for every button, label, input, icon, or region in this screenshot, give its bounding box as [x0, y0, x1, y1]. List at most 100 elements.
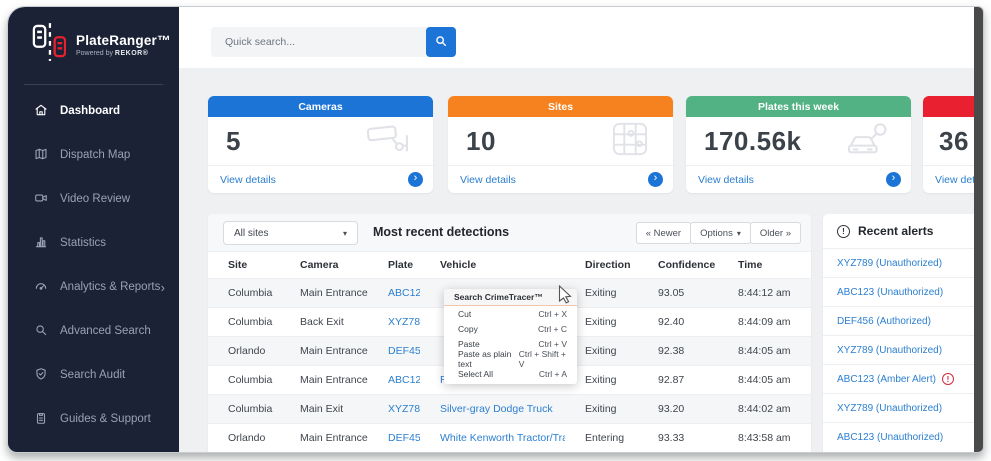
context-menu-item-copy[interactable]: CopyCtrl + C [444, 321, 577, 336]
gauge-icon [34, 279, 48, 296]
sidebar-item-video-review[interactable]: Video Review [8, 177, 179, 221]
sidebar-item-statistics[interactable]: Statistics [8, 221, 179, 265]
sidebar-item-label: Dashboard [60, 105, 120, 117]
sidebar-item-label: Search Audit [60, 369, 125, 381]
cameras-card-header: Cameras [208, 96, 433, 117]
site-filter-select[interactable]: All sites ▾ [223, 221, 358, 245]
caret-down-icon: ▾ [343, 229, 347, 238]
sites-card-header: Sites [448, 96, 673, 117]
video-camera-icon [34, 191, 48, 208]
vehicle-link[interactable]: Silver-gray Dodge Truck [440, 403, 553, 415]
sidebar-item-dashboard[interactable]: Dashboard [8, 89, 179, 133]
shield-check-icon [34, 367, 48, 384]
alert-item-amber[interactable]: ABC123 (Amber Alert) ! [823, 364, 983, 393]
search-input[interactable] [211, 27, 456, 57]
plate-link[interactable]: DEF456 [388, 432, 420, 444]
sidebar-nav: Dashboard Dispatch Map Video Review Stat… [8, 85, 179, 453]
sites-count: 10 [466, 126, 496, 157]
older-button[interactable]: Older » [750, 222, 801, 244]
brand-text: PlateRanger™ Powered by REKOR® [76, 33, 171, 57]
quick-search [211, 27, 456, 57]
search-button[interactable] [426, 27, 456, 57]
plates-week-card-header: Plates this week [686, 96, 911, 117]
sidebar-item-dispatch-map[interactable]: Dispatch Map [8, 133, 179, 177]
plate-link[interactable]: DEF456 [388, 345, 420, 357]
plate-link[interactable]: ABC123 [388, 287, 420, 299]
table-row: Columbia Main Exit XYZ789 Silver-gray Do… [208, 394, 811, 423]
plate-link[interactable]: XYZ789 [388, 403, 420, 415]
app-window: PlateRanger™ Powered by REKOR® Dashboard… [7, 6, 984, 453]
table-header-row: Site Camera Plate Vehicle Direction Conf… [208, 252, 811, 278]
sidebar-item-guides-support[interactable]: Guides & Support [8, 397, 179, 441]
sites-details-arrow-button[interactable]: › [648, 172, 663, 187]
sidebar-item-label: Dispatch Map [60, 149, 130, 161]
brand-name: PlateRanger™ [76, 33, 171, 48]
cctv-camera-icon [365, 121, 411, 162]
sidebar-item-label: Video Review [60, 193, 130, 205]
detections-title: Most recent detections [373, 225, 509, 239]
map-icon [34, 147, 48, 164]
alert-item[interactable]: ABC123 (Unauthorized) [823, 277, 983, 306]
vehicle-link[interactable]: White Kenworth Tractor/Trailer [440, 432, 565, 444]
chevron-right-icon: › [161, 280, 165, 295]
clipboard-icon [34, 411, 48, 428]
sidebar-item-label: Advanced Search [60, 325, 151, 337]
alert-item[interactable]: XYZ789 (Unauthorized) [823, 393, 983, 422]
site-filter-value: All sites [234, 228, 268, 239]
plates-week-view-details-link[interactable]: View details [698, 174, 754, 186]
sidebar-item-label: Statistics [60, 237, 106, 249]
col-plate: Plate [368, 252, 420, 278]
alerts-header: ! Recent alerts [823, 214, 983, 248]
options-button[interactable]: Options ▾ [690, 222, 751, 244]
sidebar-item-search-audit[interactable]: Search Audit [8, 353, 179, 397]
fourth-card-count: 36 [939, 126, 969, 157]
platerranger-logo-icon [32, 23, 66, 66]
plates-week-card: Plates this week 170.56k View details › [686, 96, 911, 193]
context-menu-item-paste-plain[interactable]: Paste as plain textCtrl + Shift + V [444, 351, 577, 366]
alert-item[interactable]: XYZ789 (Unauthorized) [823, 335, 983, 364]
bar-chart-icon [34, 235, 48, 252]
screen-edge-strip [974, 7, 983, 452]
recent-alerts-panel: ! Recent alerts XYZ789 (Unauthorized) AB… [823, 214, 983, 452]
plate-link[interactable]: XYZ789 [388, 316, 420, 328]
magnifier-icon [34, 323, 48, 340]
alert-item[interactable]: ABC123 (Unauthorized) [823, 422, 983, 451]
car-search-icon [845, 121, 889, 162]
topbar: Knowledge B [179, 7, 983, 68]
amber-alert-warning-icon: ! [942, 373, 954, 385]
alert-item[interactable]: DEF456 (Authorized) [823, 306, 983, 335]
alert-circle-icon: ! [837, 225, 850, 238]
col-vehicle: Vehicle [420, 252, 565, 278]
cameras-details-arrow-button[interactable]: › [408, 172, 423, 187]
plates-week-count: 170.56k [704, 126, 801, 157]
sidebar-item-analytics-reports[interactable]: Analytics & Reports › [8, 265, 179, 309]
col-direction: Direction [565, 252, 638, 278]
alert-item[interactable]: XYZ789 (Unauthorized) [823, 248, 983, 277]
col-time: Time [718, 252, 811, 278]
col-confidence: Confidence [638, 252, 718, 278]
col-site: Site [208, 252, 280, 278]
plates-week-details-arrow-button[interactable]: › [886, 172, 901, 187]
table-row: Orlando Main Entrance DEF456 White Kenwo… [208, 423, 811, 452]
mouse-cursor-icon [558, 285, 573, 309]
search-icon [434, 34, 448, 51]
caret-down-icon: ▾ [737, 229, 741, 238]
brand: PlateRanger™ Powered by REKOR® [8, 7, 179, 76]
detections-toolbar: All sites ▾ Most recent detections « New… [208, 214, 811, 252]
sidebar: PlateRanger™ Powered by REKOR® Dashboard… [8, 7, 179, 452]
home-icon [34, 103, 48, 120]
cameras-card: Cameras 5 View details › [208, 96, 433, 193]
sites-view-details-link[interactable]: View details [460, 174, 516, 186]
map-pins-icon [609, 121, 651, 162]
col-camera: Camera [280, 252, 368, 278]
sites-card: Sites 10 View details › [448, 96, 673, 193]
plate-link[interactable]: ABC123 [388, 374, 420, 386]
sidebar-item-label: Guides & Support [60, 413, 151, 425]
cameras-view-details-link[interactable]: View details [220, 174, 276, 186]
sidebar-item-advanced-search[interactable]: Advanced Search [8, 309, 179, 353]
sidebar-item-label: Analytics & Reports [60, 281, 160, 293]
alerts-title: Recent alerts [858, 224, 933, 238]
cameras-count: 5 [226, 126, 241, 157]
sidebar-item-billing-subscription[interactable]: Billing & Subscription [8, 441, 179, 453]
newer-button[interactable]: « Newer [636, 222, 691, 244]
